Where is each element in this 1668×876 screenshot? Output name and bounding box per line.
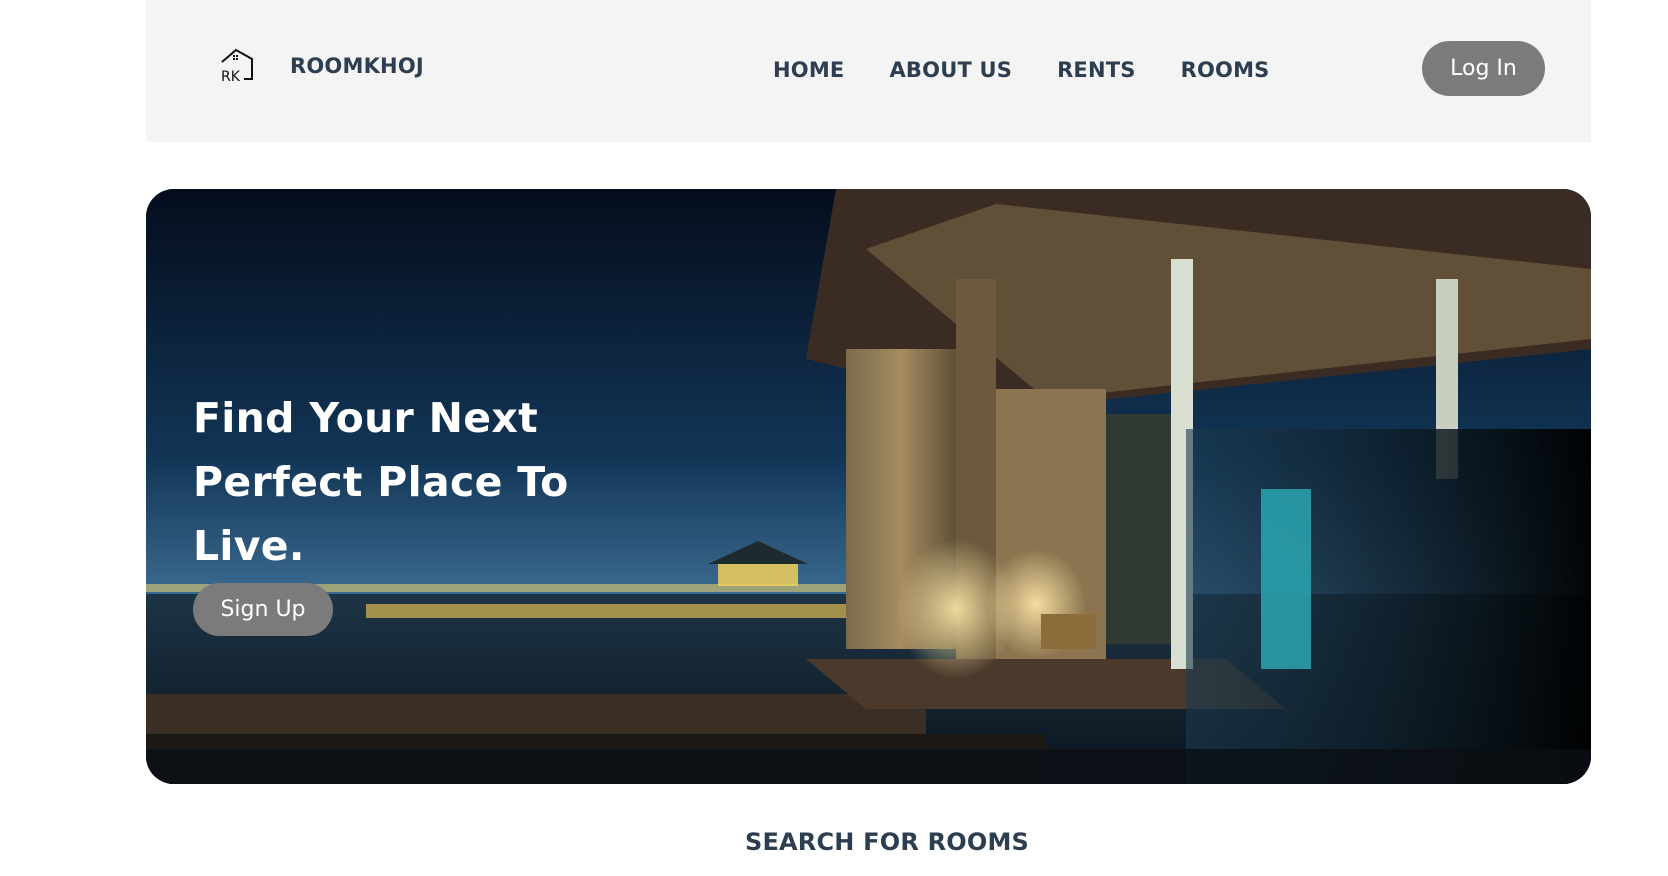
nav-link-rents[interactable]: RENTS — [1057, 58, 1136, 82]
house-logo-icon: RK — [221, 48, 253, 85]
hero-title: Find Your Next Perfect Place To Live. — [193, 394, 569, 570]
nav-link-home[interactable]: HOME — [773, 58, 844, 82]
nav-link-rooms[interactable]: ROOMS — [1181, 58, 1270, 82]
hero-banner: Find Your Next Perfect Place To Live. Si… — [146, 189, 1591, 784]
signup-button[interactable]: Sign Up — [193, 583, 333, 636]
nav-link-about-us[interactable]: ABOUT US — [889, 58, 1012, 82]
brand[interactable]: RK ROOMKHOJ — [218, 46, 424, 86]
search-heading: SEARCH FOR ROOMS — [744, 828, 1030, 856]
navbar: RK ROOMKHOJ HOME ABOUT US RENTS ROOMS Lo… — [146, 0, 1591, 142]
svg-text:RK: RK — [221, 69, 241, 85]
brand-name: ROOMKHOJ — [290, 54, 424, 78]
main-nav: HOME ABOUT US RENTS ROOMS — [773, 58, 1270, 82]
login-button[interactable]: Log In — [1422, 41, 1545, 96]
